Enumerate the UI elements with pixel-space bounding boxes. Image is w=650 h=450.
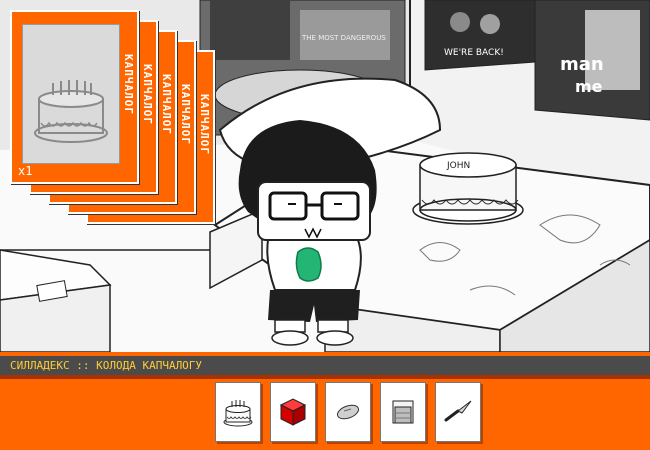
- captchalogue-bar: СИЛЛАДЕКС :: КОЛОДА КАПЧАЛОГУ: [0, 352, 650, 450]
- bar-divider: [0, 375, 650, 379]
- card-label: КАПЧАЛОГ: [141, 64, 154, 125]
- card-quantity: x1: [18, 164, 33, 178]
- birthday-cake[interactable]: JOHN: [412, 152, 524, 225]
- svg-text:man: man: [560, 54, 604, 75]
- movie-poster-were-back: WE'RE BACK!: [424, 0, 536, 71]
- card-label: КАПЧАЛОГ: [122, 54, 135, 115]
- cake-icon: [223, 400, 253, 427]
- movie-poster-man-in-me: man me: [534, 0, 650, 121]
- knife-icon: [444, 400, 472, 422]
- svg-text:JOHN: JOHN: [446, 161, 470, 171]
- inventory-slot-pill[interactable]: [325, 382, 371, 442]
- sylladex-title: СИЛЛАДЕКС :: КОЛОДА КАПЧАЛОГУ: [0, 356, 650, 375]
- inventory-slot-paper-stack[interactable]: [380, 382, 426, 442]
- svg-text:WE'RE BACK!: WE'RE BACK!: [444, 48, 504, 58]
- sylladex-card-stack[interactable]: КАПЧАЛОГ КАПЧАЛОГ КАПЧАЛОГ КАПЧАЛОГ КАПЧ…: [10, 10, 230, 225]
- cake-icon: [34, 80, 108, 143]
- paper-stack-icon: [392, 400, 414, 424]
- inventory-slot-red-box[interactable]: [270, 382, 316, 442]
- red-box-icon: [279, 398, 307, 426]
- card-label: КАПЧАЛОГ: [160, 74, 173, 135]
- svg-text:THE MOST DANGEROUS: THE MOST DANGEROUS: [301, 34, 386, 42]
- svg-text:me: me: [575, 77, 603, 96]
- card-label: КАПЧАЛОГ: [179, 84, 192, 145]
- card-label: КАПЧАЛОГ: [198, 94, 211, 155]
- game-scene: THE MOST DANGEROUS WE'RE BACK! man me JO…: [0, 0, 650, 352]
- card-image-frame: [22, 24, 120, 164]
- inventory-slot-knife[interactable]: [435, 382, 481, 442]
- pill-icon: [336, 404, 360, 420]
- captcha-card-front[interactable]: КАПЧАЛОГ x1: [10, 10, 139, 184]
- inventory-slot-cake[interactable]: [215, 382, 261, 442]
